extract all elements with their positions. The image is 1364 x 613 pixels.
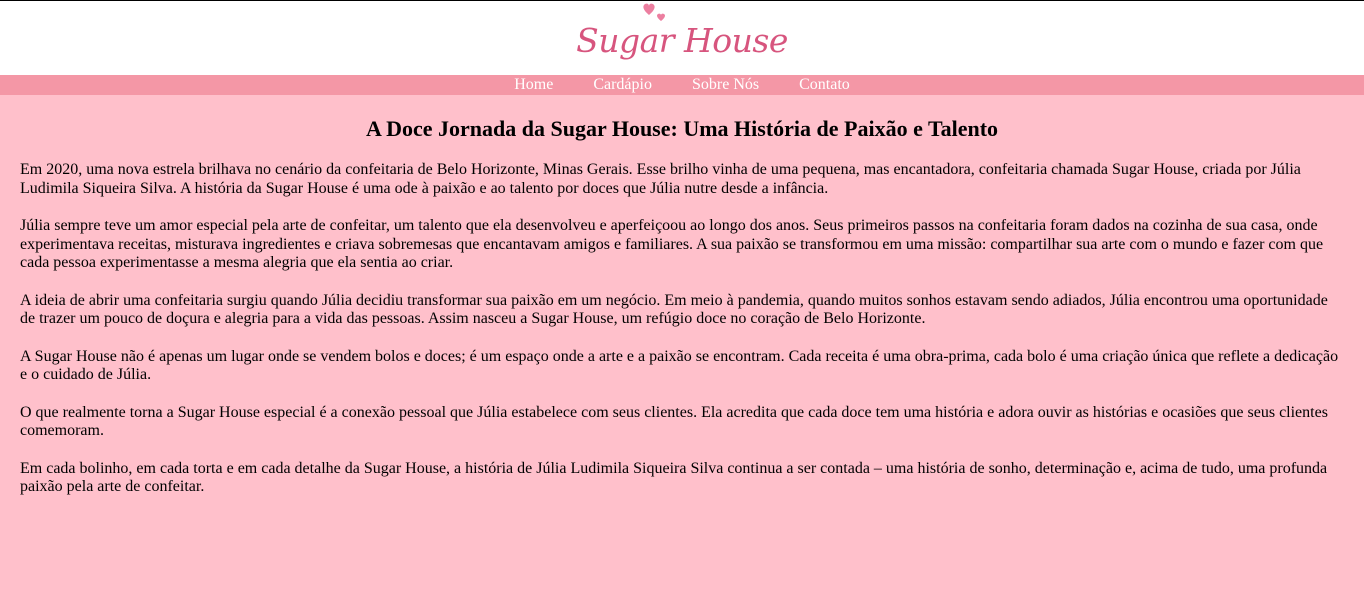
- paragraph-1: Em 2020, uma nova estrela brilhava no ce…: [20, 161, 1301, 197]
- paragraph-5: O que realmente torna a Sugar House espe…: [20, 403, 1328, 440]
- main-content: A Doce Jornada da Sugar House: Uma Histó…: [0, 115, 1364, 497]
- site-header: Sugar House: [0, 1, 1364, 75]
- hearts-icon: [643, 3, 666, 21]
- paragraph-3: A ideia de abrir uma confeitaria surgiu …: [20, 291, 1328, 328]
- nav-item-cardapio[interactable]: Cardápio: [593, 75, 652, 95]
- logo-text: Sugar House: [576, 20, 788, 60]
- main-nav: Home Cardápio Sobre Nós Contato: [0, 75, 1364, 95]
- nav-item-home[interactable]: Home: [514, 75, 553, 95]
- nav-item-sobre-nos[interactable]: Sobre Nós: [692, 75, 759, 95]
- page-title: A Doce Jornada da Sugar House: Uma Histó…: [365, 116, 999, 141]
- paragraph-2: Júlia sempre teve um amor especial pela …: [20, 217, 1324, 271]
- logo[interactable]: Sugar House: [576, 3, 788, 60]
- paragraph-6: Em cada bolinho, em cada torta e em cada…: [20, 459, 1328, 496]
- nav-item-contato[interactable]: Contato: [799, 75, 850, 95]
- paragraph-4: A Sugar House não é apenas um lugar onde…: [20, 347, 1339, 384]
